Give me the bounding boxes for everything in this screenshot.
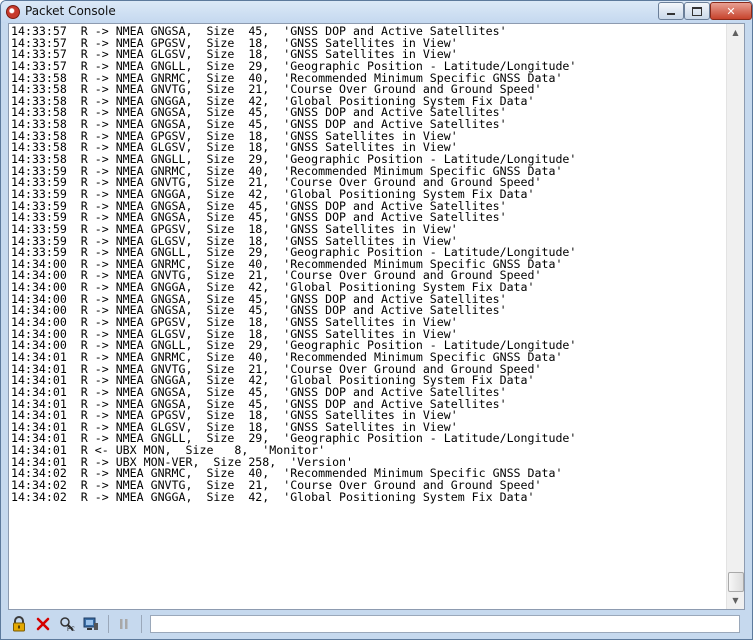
maximize-icon [692, 6, 702, 16]
minimize-icon [667, 13, 675, 15]
svg-text:PC: PC [67, 626, 75, 632]
pause-icon [120, 619, 128, 629]
screen-icon [83, 617, 98, 630]
scroll-thumb[interactable] [728, 572, 744, 592]
title-bar[interactable]: Packet Console ✕ [1, 1, 752, 23]
packet-console-window: Packet Console ✕ 14:33:57 R -> NMEA GNGS… [0, 0, 753, 640]
scroll-down-icon: ▼ [732, 596, 739, 605]
lock-icon [13, 616, 25, 632]
close-button[interactable]: ✕ [710, 2, 752, 20]
scroll-up-icon: ▲ [732, 28, 739, 37]
filter-button[interactable]: PC [56, 613, 78, 635]
window-title: Packet Console [25, 4, 116, 18]
scroll-down-button[interactable]: ▼ [727, 592, 744, 609]
filter-pc-icon: PC [60, 617, 75, 632]
clear-x-icon [36, 617, 50, 631]
clear-button[interactable] [32, 613, 54, 635]
packet-log[interactable]: 14:33:57 R -> NMEA GNGSA, Size 45, 'GNSS… [11, 26, 725, 607]
vertical-scrollbar[interactable]: ▲ ▼ [726, 24, 744, 609]
lock-button[interactable] [8, 613, 30, 635]
console-panel: 14:33:57 R -> NMEA GNGSA, Size 45, 'GNSS… [8, 23, 745, 610]
toolbar-separator [108, 615, 109, 633]
log-line: 14:34:02 R -> NMEA GNGGA, Size 42, 'Glob… [11, 489, 535, 504]
capture-button[interactable] [80, 613, 102, 635]
command-input[interactable] [150, 615, 740, 633]
console-toolbar: PC [8, 612, 745, 636]
maximize-button[interactable] [684, 2, 710, 20]
app-icon [6, 5, 20, 19]
scroll-up-button[interactable]: ▲ [727, 24, 744, 41]
pause-button[interactable] [113, 613, 135, 635]
toolbar-separator [141, 615, 142, 633]
minimize-button[interactable] [658, 2, 684, 20]
